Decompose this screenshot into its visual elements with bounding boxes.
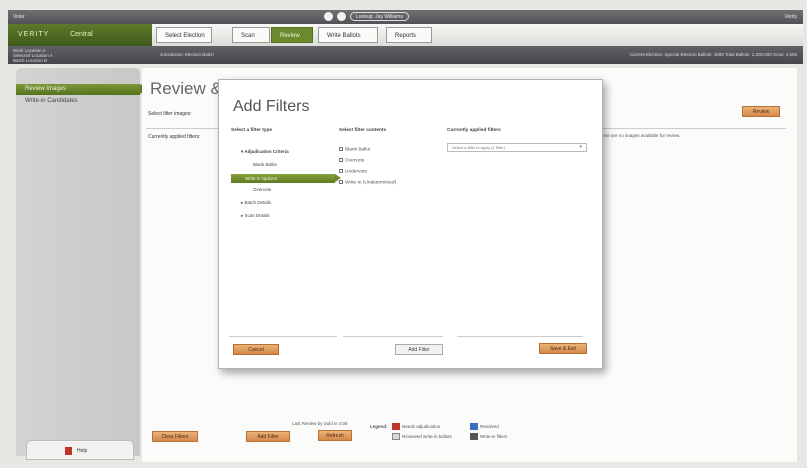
checkbox-icon [339,169,343,173]
legend-item-needs-adjudication: Needs adjudication [402,424,441,429]
top-bar: Voter Lookup: Jay Williams Verity [8,10,803,24]
brand-name: VERITY [18,31,50,38]
add-filter-button[interactable]: Add Filter [246,431,290,442]
tree-item-adjudication-criteria[interactable]: ▾ Adjudication Criteria [241,149,289,155]
topbar-right-text: Verity [784,14,797,20]
location-line-3: Batch Location B [13,58,48,63]
legend-item-write-in: Write-in filters [480,434,508,439]
crumb-reports[interactable]: Reports [386,27,432,43]
help-button[interactable]: Help [26,440,134,460]
filter-images-label: Select filter images: [148,111,192,117]
needs-adjudication-swatch-icon [392,423,400,430]
legend-label: Legend: [370,424,388,429]
brand-product: Central [70,31,93,38]
tree-item-batch-details[interactable]: ▸ Batch Details [241,200,271,206]
checkbox-icon [339,180,343,184]
save-and-exit-button[interactable]: Save & Exit [539,343,587,354]
jurisdiction-text: Jurisdiction: Election Batch [160,52,214,57]
add-filters-dialog: Add Filters Select a filter type Select … [218,79,603,369]
tree-item-scan-details[interactable]: ▸ Scan Details [241,213,270,219]
tree-item-overvote[interactable]: Overvote [253,187,271,192]
tree-item-blank-ballot[interactable]: Blank Ballot [253,162,277,167]
dialog-title: Add Filters [233,98,310,115]
workflow-nav: VERITY Central Select Election Scan Revi… [8,24,803,46]
checkbox-write-in-undetermined[interactable]: Write-in (Undetermined) [339,180,396,185]
help-label: Help [77,448,88,454]
brand-logo: VERITY Central [8,24,152,46]
crumb-write-ballots[interactable]: Write Ballots [318,27,378,43]
legend-item-reviewed: Reviewed write-in ballots [402,434,452,439]
no-images-message: There are no images available for review… [598,133,681,138]
cancel-button[interactable]: Cancel [233,344,279,355]
applied-filters-label: Currently applied filters: [148,134,201,140]
dialog-add-filter-button[interactable]: Add Filter [395,344,443,355]
write-in-swatch-icon [470,433,478,440]
dialog-divider-right [457,336,583,337]
chevron-down-icon: ▾ [579,144,582,150]
sidebar: Review Images Write-in Candidates [16,68,148,456]
applied-filters-dropdown[interactable]: Select a filter to apply (1 filter) ▾ [447,143,587,152]
review-button[interactable]: Review [742,106,780,117]
dialog-divider-middle [343,336,443,337]
crumb-scan[interactable]: Scan [232,27,270,43]
resolved-swatch-icon [470,423,478,430]
legend-item-resolved: Resolved [480,424,499,429]
reviewed-swatch-icon [392,433,400,440]
refresh-button[interactable]: Refresh [318,430,352,441]
checkbox-overvote[interactable]: Overvote [339,158,364,163]
checkbox-undervote[interactable]: Undervote [339,169,367,174]
dialog-divider-left [229,336,337,337]
checkbox-icon [339,147,343,151]
dropdown-value: Select a filter to apply (1 filter) [452,145,505,150]
checkbox-blank-ballot[interactable]: Blank Ballot [339,147,370,152]
tree-item-write-in-options[interactable]: Write-in Options [231,174,341,183]
last-review-status: Last Review by Sold in 4:06 [292,421,348,426]
checkbox-icon [339,158,343,162]
clear-filters-button[interactable]: Clear Filters [152,431,198,442]
election-stats: Current Election: Special Election Ballo… [629,52,797,57]
lookup-pill[interactable]: Lookup: Jay Williams [350,12,409,21]
applied-filters-header: Currently applied filters [447,128,501,133]
help-icon [65,447,72,455]
sidebar-item-write-in-candidates[interactable]: Write-in Candidates [25,98,78,104]
crumb-select-election[interactable]: Select Election [156,27,212,43]
filter-contents-header: Select filter contents [339,128,387,133]
topbar-left-text: Voter [13,14,25,20]
sidebar-item-review-images[interactable]: Review Images [16,84,148,95]
status-circle-icon[interactable] [324,12,333,21]
filter-type-header: Select a filter type [231,128,273,133]
topbar-controls: Lookup: Jay Williams [324,12,409,21]
election-info-strip: Work Location A Selected Location A Batc… [8,46,803,64]
crumb-review[interactable]: Review [271,27,313,43]
refresh-circle-icon[interactable] [337,12,346,21]
